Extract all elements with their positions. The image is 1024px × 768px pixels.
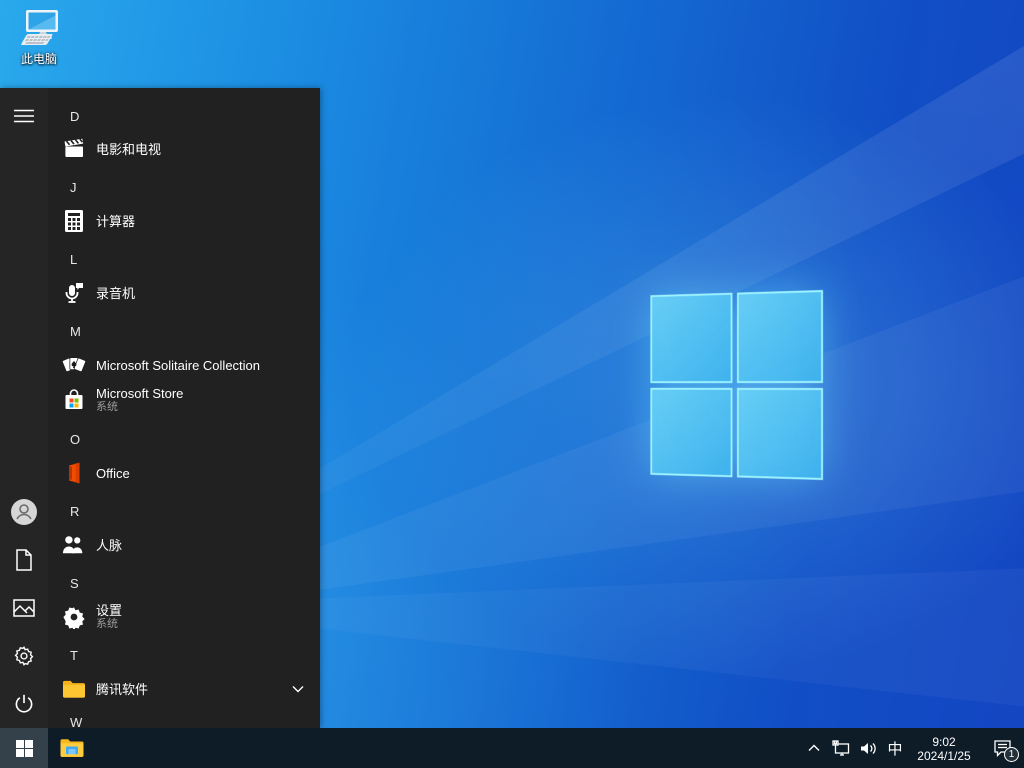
start-menu-app-list: D 电影和电视 J 计算器 L 录音机 M Microsoft Solitair… <box>48 88 320 728</box>
volume-button[interactable] <box>854 728 882 768</box>
section-letter-d[interactable]: D <box>48 105 320 127</box>
voice-recorder-icon <box>62 281 86 305</box>
folder-icon <box>62 677 86 701</box>
clock-date: 2024/1/25 <box>917 748 971 763</box>
section-letter-t[interactable]: T <box>48 644 320 666</box>
network-button[interactable] <box>828 728 854 768</box>
desktop-icon-this-pc[interactable]: 此电脑 <box>10 8 68 66</box>
app-label: 设置 <box>96 603 123 618</box>
pictures-icon <box>13 599 35 617</box>
user-account-button[interactable] <box>0 488 48 536</box>
start-menu-rail <box>0 88 48 728</box>
app-label: 人脉 <box>96 537 123 553</box>
clock-time: 9:02 <box>932 734 956 749</box>
app-sublabel: 系统 <box>96 401 118 413</box>
app-movies-tv[interactable]: 电影和电视 <box>48 131 320 167</box>
app-sublabel: 系统 <box>96 618 118 630</box>
taskbar-clock[interactable]: 9:02 2024/1/25 <box>908 734 980 763</box>
hidden-icons-button[interactable] <box>800 728 828 768</box>
chevron-up-icon <box>808 744 820 752</box>
store-icon <box>62 388 86 412</box>
app-label: Office <box>96 465 130 481</box>
app-voice-recorder[interactable]: 录音机 <box>48 275 320 311</box>
ime-indicator[interactable]: 中 <box>882 728 908 768</box>
notification-badge: 1 <box>1004 747 1019 762</box>
speaker-icon <box>860 741 877 756</box>
settings-gear-icon <box>62 605 86 629</box>
app-label: 腾讯软件 <box>96 681 149 697</box>
documents-icon <box>14 549 34 571</box>
movies-tv-icon <box>62 137 86 161</box>
section-letter-l[interactable]: L <box>48 248 320 270</box>
app-label: Microsoft Store <box>96 386 184 401</box>
app-label: 录音机 <box>96 285 136 301</box>
gear-icon <box>13 645 35 667</box>
this-pc-icon <box>16 8 62 50</box>
app-label: 计算器 <box>96 213 136 229</box>
hamburger-icon <box>14 109 34 123</box>
app-people[interactable]: 人脉 <box>48 527 320 563</box>
expand-menu-button[interactable] <box>0 92 48 140</box>
office-icon <box>62 461 86 485</box>
section-letter-j[interactable]: J <box>48 176 320 198</box>
file-explorer-icon <box>59 737 85 759</box>
section-letter-w[interactable]: W <box>48 711 320 729</box>
system-tray: 中 9:02 2024/1/25 1 <box>800 728 1024 768</box>
windows-logo-wallpaper <box>650 290 823 480</box>
action-center-button[interactable]: 1 <box>980 728 1024 768</box>
user-avatar <box>11 499 37 525</box>
people-icon <box>62 533 86 557</box>
app-label: Microsoft Solitaire Collection <box>96 357 261 373</box>
app-settings[interactable]: 设置 系统 <box>48 595 320 639</box>
app-microsoft-store[interactable]: Microsoft Store 系统 <box>48 378 320 422</box>
section-letter-r[interactable]: R <box>48 500 320 522</box>
settings-button[interactable] <box>0 632 48 680</box>
section-letter-m[interactable]: M <box>48 320 320 342</box>
network-ethernet-icon <box>832 740 850 756</box>
documents-button[interactable] <box>0 536 48 584</box>
desktop-icon-label: 此电脑 <box>20 52 57 66</box>
pictures-button[interactable] <box>0 584 48 632</box>
app-calculator[interactable]: 计算器 <box>48 203 320 239</box>
file-explorer-button[interactable] <box>48 728 96 768</box>
power-icon <box>13 693 35 715</box>
section-letter-o[interactable]: O <box>48 428 320 450</box>
section-letter-s[interactable]: S <box>48 572 320 594</box>
calculator-icon <box>62 209 86 233</box>
chevron-down-icon[interactable] <box>292 685 304 693</box>
power-button[interactable] <box>0 680 48 728</box>
app-group-tencent[interactable]: 腾讯软件 <box>48 671 320 707</box>
start-menu: D 电影和电视 J 计算器 L 录音机 M Microsoft Solitair… <box>0 88 320 728</box>
app-office[interactable]: Office <box>48 455 320 491</box>
solitaire-icon <box>62 353 86 377</box>
start-button[interactable] <box>0 728 48 768</box>
windows-start-icon <box>15 739 33 757</box>
taskbar: 中 9:02 2024/1/25 1 <box>0 728 1024 768</box>
app-label: 电影和电视 <box>96 141 162 157</box>
